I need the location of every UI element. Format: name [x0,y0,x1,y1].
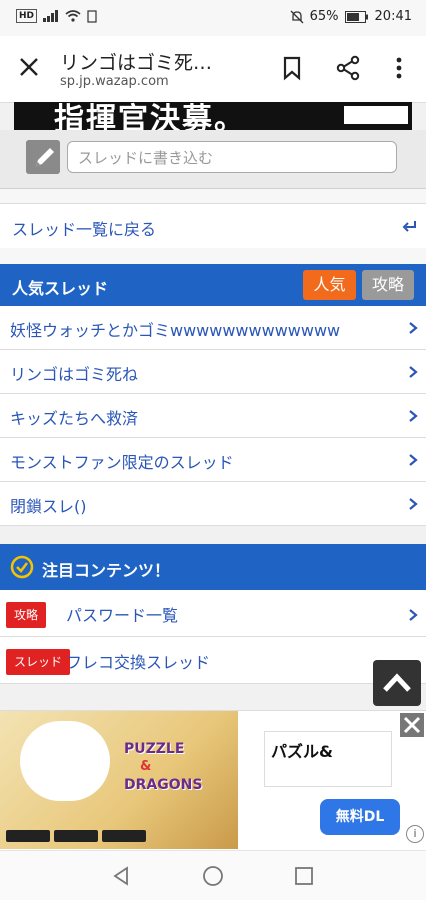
thread-title: モンストファン限定のスレッド [10,453,234,472]
featured-title: 注目コンテンツ！ [42,561,171,580]
featured-item-title: パスワード一覧 [66,606,179,625]
store-badge [102,830,146,842]
post-input[interactable]: スレッドに書き込む [67,141,397,173]
sim-icon [87,9,97,23]
back-to-list[interactable]: スレッド一覧に戻る [0,203,426,249]
battery-percent: 65% [309,9,339,24]
popular-thread-list: 妖怪ウォッチとかゴミwwwwwwwwwwwww リンゴはゴミ死ね キッズたちへ救… [0,306,426,526]
free-download-button[interactable]: 無料DL [320,799,400,835]
chevron-right-icon [409,609,418,621]
top-banner-ad[interactable]: 指揮官決募。 [14,102,412,130]
back-triangle-icon[interactable] [110,865,132,887]
thread-item[interactable]: キッズたちへ救済 [0,394,426,438]
spacer [0,189,426,203]
tab-guide[interactable]: 攻略 [362,270,414,300]
battery-icon [344,10,368,23]
mascot-illustration [20,721,110,801]
banner-text: 指揮官決募。 [54,102,246,130]
browser-toolbar: リンゴはゴミ死… sp.jp.wazap.com [0,36,426,103]
signal-icon [43,10,59,22]
close-ad-icon[interactable] [400,713,424,737]
post-form: スレッドに書き込む [0,130,426,189]
featured-header: 注目コンテンツ！ [0,544,426,590]
ad-logo-line2: & [140,759,152,774]
bookmark-icon[interactable] [278,54,306,82]
more-menu-icon[interactable] [385,54,413,82]
thread-title: 妖怪ウォッチとかゴミwwwwwwwwwwwww [10,321,341,340]
pen-icon [26,140,60,174]
bottom-ad[interactable]: PUZZLE & DRAGONS パズル& 無料DL i [0,710,426,851]
return-arrow-icon [402,221,416,232]
back-to-list-label: スレッド一覧に戻る [12,220,157,239]
thread-title: キッズたちへ救済 [10,409,139,428]
popular-threads-title: 人気スレッド [12,279,109,298]
wifi-icon [65,10,81,22]
featured-item[interactable]: 攻略 パスワード一覧 [0,590,426,637]
chevron-right-icon [409,454,418,466]
system-nav-bar [0,850,426,900]
close-icon[interactable] [14,52,44,82]
featured-item[interactable]: スレッド フレコ交換スレッド [0,637,426,684]
ad-title: パズル& [264,731,392,787]
popular-threads-header: 人気スレッド 人気 攻略 [0,264,426,306]
check-circle-icon [10,555,34,579]
chevron-right-icon [409,366,418,378]
category-tag: 攻略 [6,602,47,628]
ad-info-icon[interactable]: i [406,825,424,843]
category-tag: スレッド [6,649,71,675]
ad-image[interactable]: PUZZLE & DRAGONS [0,711,238,849]
thread-item[interactable]: 閉鎖スレ() [0,482,426,526]
status-bar: HD 65% 20:41 [0,0,426,36]
share-icon[interactable] [334,54,362,82]
ad-logo-line1: PUZZLE [124,741,185,757]
recents-square-icon[interactable] [293,865,315,887]
google-play-badge [54,830,98,842]
ad-logo-line3: DRAGONS [124,777,203,793]
chevron-up-icon [383,673,411,692]
clock: 20:41 [374,9,412,24]
thread-title: 閉鎖スレ() [10,497,87,516]
thread-item[interactable]: モンストファン限定のスレッド [0,438,426,482]
chevron-right-icon [409,498,418,510]
banner-logo [344,106,408,124]
app-store-badge [6,830,50,842]
hd-badge: HD [16,9,38,23]
page-url: sp.jp.wazap.com [60,74,169,89]
scroll-to-top-button[interactable] [373,660,421,706]
mute-icon [290,10,304,23]
page-title: リンゴはゴミ死… [60,52,213,74]
thread-title: リンゴはゴミ死ね [10,365,139,384]
tab-popular[interactable]: 人気 [303,270,356,300]
chevron-right-icon [409,322,418,334]
featured-list: 攻略 パスワード一覧 スレッド フレコ交換スレッド [0,590,426,684]
spacer [0,248,426,264]
featured-item-title: フレコ交換スレッド [66,653,211,672]
thread-item[interactable]: 妖怪ウォッチとかゴミwwwwwwwwwwwww [0,306,426,350]
chevron-right-icon [409,410,418,422]
home-circle-icon[interactable] [201,864,225,888]
thread-item[interactable]: リンゴはゴミ死ね [0,350,426,394]
store-badges [6,827,231,842]
